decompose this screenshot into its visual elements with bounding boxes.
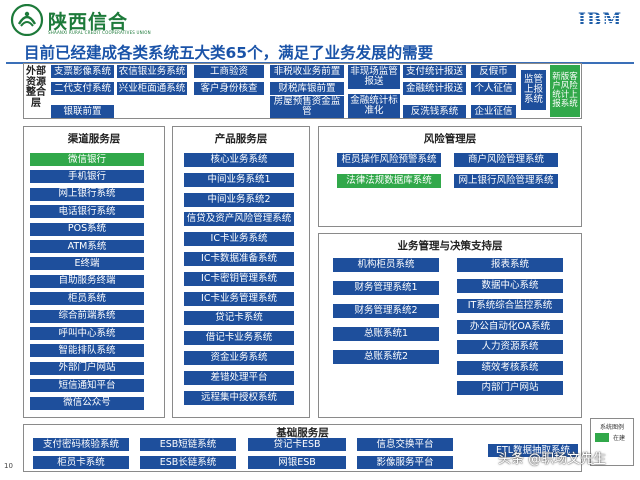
channel-system-under-construction[interactable]: 微信银行	[30, 153, 144, 166]
legend-label: 在建	[613, 435, 626, 442]
base-system[interactable]: ESB长链系统	[140, 456, 236, 469]
product-system[interactable]: 核心业务系统	[184, 153, 294, 167]
base-system[interactable]: ESB短链系统	[140, 438, 236, 451]
risk-system[interactable]: 柜员操作风险预警系统	[337, 153, 441, 167]
product-system[interactable]: IC卡数据准备系统	[184, 252, 294, 266]
ext-system[interactable]: 二代支付系统	[51, 82, 114, 95]
product-system[interactable]: 差错处理平台	[184, 370, 294, 385]
ext-system[interactable]: 房屋预售资金监管	[270, 96, 344, 118]
product-system[interactable]: IC卡业务管理系统	[184, 291, 294, 306]
product-system[interactable]: 资金业务系统	[184, 351, 294, 365]
ext-system[interactable]: 金融统计标准化	[348, 94, 400, 118]
risk-system[interactable]: 商户风险管理系统	[454, 153, 558, 167]
channel-system[interactable]: 手机银行	[30, 170, 144, 184]
ext-system[interactable]: 兴业柜面通系统	[117, 82, 187, 95]
ext-system[interactable]: 反假币	[471, 65, 516, 78]
decision-system[interactable]: 数据中心系统	[457, 278, 563, 293]
risk-layer-title: 风险管理层	[423, 133, 477, 145]
legend-green-swatch	[595, 433, 609, 442]
decision-layer-title: 业务管理与决策支持层	[397, 240, 503, 252]
product-system[interactable]: 借记卡业务系统	[184, 331, 294, 346]
product-system[interactable]: 中间业务系统1	[184, 172, 294, 187]
page-headline: 目前已经建成各类系统五大类65个，满足了业务发展的需要	[24, 44, 434, 62]
product-system[interactable]: IC卡密钥管理系统	[184, 271, 294, 286]
channel-system[interactable]: 自助服务终端	[30, 274, 144, 288]
ext-system[interactable]: 监管上报系统	[521, 70, 546, 110]
channel-system[interactable]: 综合前端系统	[30, 309, 144, 323]
base-system[interactable]: 支付密码核验系统	[33, 438, 129, 451]
logo-mark-icon	[10, 4, 44, 36]
page-number: 10	[4, 462, 13, 470]
product-system[interactable]: 信贷及资产风险管理系统	[184, 212, 294, 227]
channel-system[interactable]: 电话银行系统	[30, 205, 144, 219]
base-system[interactable]: 信息交换平台	[357, 438, 453, 451]
base-system[interactable]: 贷记卡ESB	[248, 438, 346, 451]
base-system[interactable]: 网银ESB	[248, 456, 346, 469]
decision-system[interactable]: 办公自动化OA系统	[457, 319, 563, 334]
product-layer-title: 产品服务层	[214, 133, 268, 145]
ext-system[interactable]: 客户身份核查	[194, 82, 264, 95]
channel-system[interactable]: 呼叫中心系统	[30, 327, 144, 340]
channel-system[interactable]: 网上银行系统	[30, 187, 144, 201]
decision-system[interactable]: IT系统综合监控系统	[457, 299, 563, 313]
risk-system-under-construction[interactable]: 法律法规数据库系统	[337, 174, 441, 188]
ext-system[interactable]: 农信银业务系统	[117, 65, 187, 78]
ext-system-under-construction[interactable]: 新版客户风险统计上报系统	[550, 65, 580, 117]
decision-system[interactable]: 总账系统1	[333, 327, 439, 341]
brand-english-name: SHAANXI RURAL CREDIT COOPERATIVES UNION	[48, 30, 151, 35]
ext-system[interactable]: 非现场监管报送	[348, 65, 400, 89]
external-layer-title: 外部资源整合层	[26, 66, 46, 109]
ext-system[interactable]: 财税库银前置	[270, 82, 344, 95]
channel-system[interactable]: 柜员系统	[30, 292, 144, 306]
channel-system[interactable]: 智能排队系统	[30, 344, 144, 358]
ext-system[interactable]: 支票影像系统	[51, 65, 114, 78]
decision-system[interactable]: 报表系统	[457, 258, 563, 272]
channel-system[interactable]: E终端	[30, 257, 144, 271]
decision-system[interactable]: 人力资源系统	[457, 340, 563, 354]
channel-system[interactable]: 微信公众号	[30, 396, 144, 410]
decision-system[interactable]: 财务管理系统2	[333, 304, 439, 318]
legend-title: 系统图例	[599, 424, 624, 431]
decision-system[interactable]: 绩效考核系统	[457, 360, 563, 375]
product-system[interactable]: IC卡业务系统	[184, 232, 294, 247]
ext-system[interactable]: 非税收业务前置	[270, 65, 344, 78]
base-system[interactable]: 柜员卡系统	[33, 456, 129, 469]
base-system[interactable]: 影像服务平台	[357, 456, 453, 469]
ext-system[interactable]: 支付统计报送	[403, 65, 466, 78]
decision-system[interactable]: 财务管理系统1	[333, 281, 439, 295]
channel-layer-title: 渠道服务层	[67, 133, 121, 145]
product-system[interactable]: 贷记卡系统	[184, 311, 294, 326]
brand-logo: 陕西信合 SHAANXI RURAL CREDIT COOPERATIVES U…	[10, 4, 151, 38]
decision-system[interactable]: 机构柜员系统	[333, 258, 439, 272]
decision-system[interactable]: 总账系统2	[333, 350, 439, 364]
channel-system[interactable]: POS系统	[30, 222, 144, 236]
decision-system[interactable]: 内部门户网站	[457, 381, 563, 395]
watermark-text: 头条 @职场文先生	[498, 452, 607, 467]
ext-system[interactable]: 企业征信	[471, 105, 516, 118]
product-system[interactable]: 远程集中授权系统	[184, 390, 294, 405]
channel-system[interactable]: 短信通知平台	[30, 379, 144, 393]
channel-system[interactable]: ATM系统	[30, 240, 144, 253]
risk-system[interactable]: 网上银行风险管理系统	[454, 174, 558, 188]
ext-system[interactable]: 个人征信	[471, 82, 516, 95]
ext-system[interactable]: 金融统计报送	[403, 82, 466, 95]
ext-system[interactable]: 反洗钱系统	[403, 105, 466, 118]
ext-system[interactable]: 工商验资	[194, 65, 264, 78]
ibm-logo-stripes	[576, 13, 622, 27]
channel-system[interactable]: 外部门户网站	[30, 361, 144, 375]
ext-system[interactable]: 银联前置	[51, 105, 114, 118]
product-system[interactable]: 中间业务系统2	[184, 192, 294, 207]
